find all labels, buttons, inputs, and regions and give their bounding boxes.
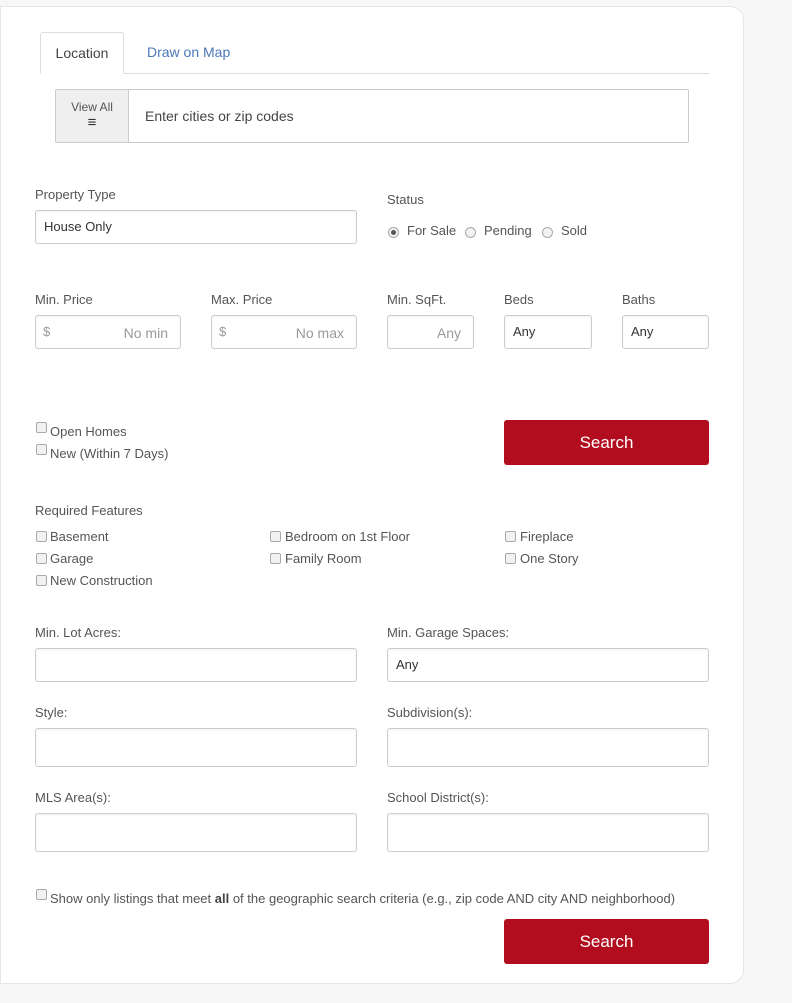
search-button-top[interactable]: Search [504,420,709,465]
min-garage-spaces-value: Any [396,657,419,672]
mls-area-label: MLS Area(s): [35,790,111,805]
subdivision-input[interactable] [387,728,709,767]
baths-label: Baths [622,292,656,307]
family-room-label: Family Room [285,551,362,566]
min-lot-acres-input[interactable] [35,648,357,682]
location-input[interactable] [130,91,686,141]
tab-divider [40,73,709,74]
garage-label: Garage [50,551,94,566]
min-price-placeholder: No min [123,325,168,341]
min-lot-acres-label: Min. Lot Acres: [35,625,121,640]
status-option-pending: Pending [484,223,532,238]
subdivision-label: Subdivision(s): [387,705,473,720]
fireplace-label: Fireplace [520,529,574,544]
one-story-checkbox[interactable] [505,553,516,564]
geo-match-all-label: Show only listings that meet all of the … [50,891,675,906]
mls-area-input[interactable] [35,813,357,852]
status-option-for-sale: For Sale [407,223,457,238]
garage-checkbox[interactable] [36,553,47,564]
geo-match-all-checkbox[interactable] [36,889,47,900]
family-room-checkbox[interactable] [270,553,281,564]
search-button-bottom[interactable]: Search [504,919,709,964]
min-price-currency: $ [43,324,51,339]
bedroom-1st-floor-checkbox[interactable] [270,531,281,542]
min-garage-spaces-select[interactable]: Any [387,648,709,682]
geo-label-post: of the geographic search criteria (e.g.,… [229,891,676,906]
min-sqft-label: Min. SqFt. [387,292,447,307]
school-district-label: School District(s): [387,790,489,805]
baths-select[interactable]: Any [622,315,709,349]
new-construction-checkbox[interactable] [36,575,47,586]
geo-label-bold: all [214,891,230,906]
max-price-label: Max. Price [211,292,273,307]
tab-location[interactable]: Location [40,32,124,74]
beds-select[interactable]: Any [504,315,592,349]
view-all-label: View All [71,100,113,114]
one-story-label: One Story [520,551,579,566]
min-price-label: Min. Price [35,292,93,307]
bedroom-1st-floor-label: Bedroom on 1st Floor [285,529,411,544]
baths-value: Any [631,324,654,339]
open-homes-label: Open Homes [50,424,127,439]
basement-label: Basement [50,529,109,544]
property-type-value: House Only [44,219,112,234]
status-option-sold: Sold [561,223,588,238]
view-all-button[interactable]: View All ≡ [56,90,129,142]
style-label: Style: [35,705,68,720]
status-radio-pending[interactable] [465,227,476,238]
max-price-currency: $ [219,324,227,339]
min-garage-spaces-label: Min. Garage Spaces: [387,625,510,640]
status-radio-for-sale[interactable] [388,227,399,238]
status-label: Status [387,192,424,207]
new-construction-label: New Construction [50,573,153,588]
min-sqft-placeholder: Any [436,325,461,341]
property-type-label: Property Type [35,187,116,202]
beds-value: Any [513,324,536,339]
min-price-input[interactable]: $ No min [35,315,181,349]
school-district-input[interactable] [387,813,709,852]
beds-label: Beds [504,292,534,307]
open-homes-checkbox[interactable] [36,422,47,433]
required-features-label: Required Features [35,503,143,518]
geo-label-pre: Show only listings that meet [50,891,215,906]
new-listings-checkbox[interactable] [36,444,47,455]
status-radio-sold[interactable] [542,227,553,238]
style-input[interactable] [35,728,357,767]
list-icon: ≡ [87,114,97,131]
tab-draw-on-map[interactable]: Draw on Map [147,44,230,60]
new-listings-label: New (Within 7 Days) [50,446,169,461]
property-type-select[interactable]: House Only [35,210,357,244]
basement-checkbox[interactable] [36,531,47,542]
fireplace-checkbox[interactable] [505,531,516,542]
min-sqft-input[interactable]: Any [387,315,474,349]
max-price-placeholder: No max [295,325,344,341]
max-price-input[interactable]: $ No max [211,315,357,349]
